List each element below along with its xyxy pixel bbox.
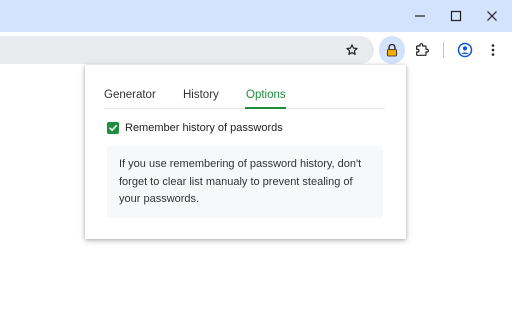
minimize-button[interactable] (402, 0, 438, 32)
lock-icon (387, 43, 397, 57)
minimize-icon (415, 15, 425, 17)
puzzle-icon (416, 43, 429, 56)
close-button[interactable] (474, 0, 510, 32)
toolbar-separator (443, 42, 444, 58)
maximize-button[interactable] (438, 0, 474, 32)
star-icon (346, 44, 358, 55)
title-bar (0, 0, 512, 32)
bookmark-star-button[interactable] (338, 36, 366, 64)
remember-history-option[interactable]: Remember history of passwords (107, 121, 283, 135)
close-icon (487, 11, 497, 21)
remember-history-checkbox[interactable] (107, 122, 119, 134)
popup-tabs: Generator History Options (104, 85, 385, 109)
profile-button[interactable] (451, 36, 479, 64)
tab-generator[interactable]: Generator (104, 89, 156, 101)
active-tab-indicator (245, 107, 286, 109)
checkmark-icon (109, 125, 117, 131)
more-vert-icon (491, 44, 495, 56)
info-note: If you use remembering of password histo… (107, 146, 383, 218)
extension-popup: Generator History Options Remember histo… (85, 65, 406, 239)
password-extension-icon-wrap[interactable] (378, 36, 406, 64)
tab-history[interactable]: History (183, 89, 219, 101)
browser-menu-button[interactable] (479, 36, 507, 64)
address-bar[interactable] (0, 36, 374, 64)
extensions-button[interactable] (408, 36, 436, 64)
maximize-icon (450, 10, 462, 22)
remember-history-label: Remember history of passwords (125, 122, 283, 134)
profile-icon (457, 42, 473, 58)
tab-options[interactable]: Options (246, 89, 286, 101)
